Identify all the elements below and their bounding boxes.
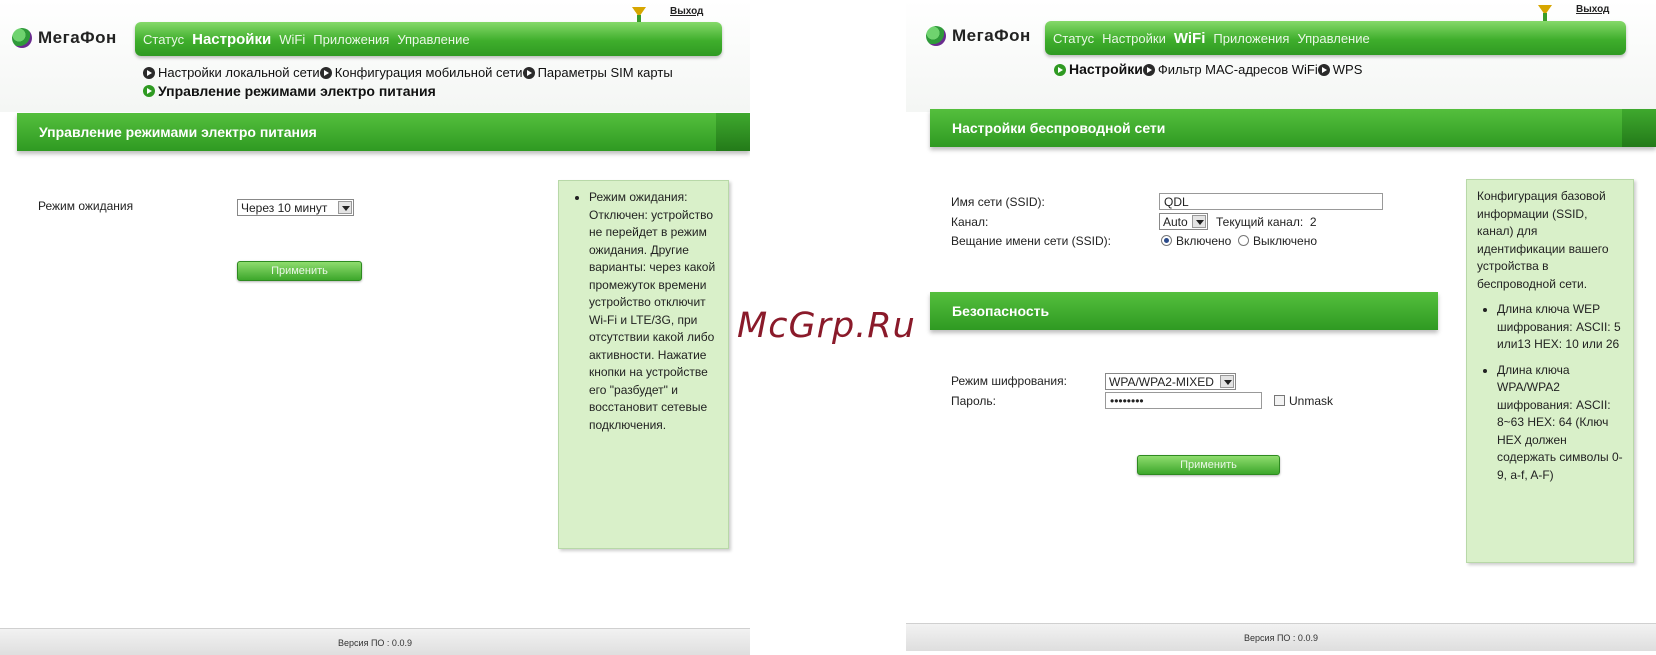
logo: МегаФон bbox=[926, 26, 1031, 46]
unmask-checkbox[interactable] bbox=[1274, 395, 1285, 406]
nav-management[interactable]: Управление bbox=[397, 32, 469, 47]
sublink-wifi-settings[interactable]: Настройки bbox=[1054, 61, 1143, 78]
logout-link[interactable]: Выход bbox=[1576, 4, 1609, 15]
left-screenshot: МегаФон Выход Статус Настройки WiFi Прил… bbox=[0, 0, 750, 655]
sublink-mac-filter[interactable]: Фильтр МАС-адресов WiFi bbox=[1142, 61, 1318, 78]
nav-status[interactable]: Статус bbox=[143, 32, 184, 47]
sub-nav: Настройки локальной сети Конфигурация моб… bbox=[143, 64, 743, 101]
section-endcap bbox=[1622, 109, 1656, 147]
current-channel: Текущий канал: 2 bbox=[1216, 215, 1317, 229]
logo: МегаФон bbox=[12, 28, 117, 48]
footer: Версия ПО : 0.0.9 bbox=[906, 623, 1656, 651]
arrow-icon bbox=[522, 66, 535, 79]
help-box: Режим ожидания: Отключен: устройство не … bbox=[558, 180, 729, 549]
sublink-sim[interactable]: Параметры SIM карты bbox=[522, 64, 673, 81]
apply-button[interactable]: Применить bbox=[237, 261, 362, 281]
apply-button[interactable]: Применить bbox=[1137, 455, 1280, 475]
broadcast-options: Включено Выключено bbox=[1161, 234, 1317, 248]
section-endcap bbox=[716, 113, 750, 151]
nav-apps[interactable]: Приложения bbox=[1213, 31, 1289, 46]
sublink-power[interactable]: Управление режимами электро питания bbox=[143, 83, 436, 100]
nav-settings[interactable]: Настройки bbox=[1102, 31, 1166, 46]
megafon-logo-icon bbox=[926, 26, 946, 46]
nav-wifi[interactable]: WiFi bbox=[1174, 30, 1206, 47]
ssid-input[interactable]: QDL bbox=[1159, 193, 1383, 210]
help-text: Режим ожидания: Отключен: устройство не … bbox=[589, 189, 718, 434]
main-nav: Статус Настройки WiFi Приложения Управле… bbox=[135, 22, 722, 56]
unmask-option: Unmask bbox=[1274, 394, 1333, 408]
megafon-logo-icon bbox=[12, 28, 32, 48]
arrow-icon bbox=[143, 66, 155, 79]
sub-nav: Настройки Фильтр МАС-адресов WiFi WPS bbox=[1054, 61, 1614, 80]
arrow-icon bbox=[1054, 63, 1066, 76]
help-item: Длина ключа WEP шифрования: ASCII: 5 или… bbox=[1497, 301, 1623, 354]
arrow-icon bbox=[143, 85, 155, 97]
arrow-icon bbox=[319, 66, 332, 79]
footer: Версия ПО : 0.0.9 bbox=[0, 628, 750, 655]
nav-apps[interactable]: Приложения bbox=[313, 32, 389, 47]
sublink-wps[interactable]: WPS bbox=[1317, 61, 1362, 78]
chevron-down-icon bbox=[1192, 215, 1206, 228]
standby-select[interactable]: Через 10 минут bbox=[237, 199, 354, 216]
watermark: McGrp.Ru bbox=[737, 306, 916, 346]
security-title: Безопасность bbox=[930, 292, 1438, 330]
encryption-label: Режим шифрования: bbox=[951, 374, 1067, 388]
channel-label: Канал: bbox=[951, 215, 989, 229]
broadcast-on-radio[interactable] bbox=[1161, 235, 1172, 246]
encryption-select[interactable]: WPA/WPA2-MIXED bbox=[1105, 373, 1236, 390]
sublink-lan[interactable]: Настройки локальной сети bbox=[143, 64, 320, 81]
arrow-icon bbox=[1317, 63, 1330, 76]
password-label: Пароль: bbox=[951, 394, 996, 408]
arrow-icon bbox=[1142, 63, 1155, 76]
broadcast-off-radio[interactable] bbox=[1238, 235, 1250, 246]
nav-status[interactable]: Статус bbox=[1053, 31, 1094, 46]
top-icons: Выход bbox=[1538, 4, 1609, 21]
top-icons: Выход bbox=[632, 6, 703, 23]
help-item: Длина ключа WPA/WPA2 шифрования: ASCII: … bbox=[1497, 362, 1623, 485]
chevron-down-icon bbox=[1220, 375, 1234, 388]
nav-wifi[interactable]: WiFi bbox=[279, 32, 305, 47]
channel-select[interactable]: Auto bbox=[1159, 213, 1208, 230]
filter-icon[interactable] bbox=[632, 6, 646, 23]
nav-management[interactable]: Управление bbox=[1297, 31, 1369, 46]
help-box: Конфигурация базовой информации (SSID, к… bbox=[1466, 179, 1634, 563]
help-intro: Конфигурация базовой информации (SSID, к… bbox=[1477, 189, 1609, 291]
sublink-mobile[interactable]: Конфигурация мобильной сети bbox=[319, 64, 523, 81]
right-screenshot: МегаФон Выход Статус Настройки WiFi Прил… bbox=[906, 0, 1656, 655]
broadcast-label: Вещание имени сети (SSID): bbox=[951, 234, 1111, 248]
chevron-down-icon bbox=[338, 201, 352, 214]
main-nav: Статус Настройки WiFi Приложения Управле… bbox=[1045, 21, 1626, 55]
password-input[interactable]: •••••••• bbox=[1105, 392, 1262, 409]
standby-label: Режим ожидания bbox=[38, 199, 134, 213]
filter-icon[interactable] bbox=[1538, 4, 1552, 21]
logout-link[interactable]: Выход bbox=[670, 6, 703, 17]
section-title: Настройки беспроводной сети bbox=[930, 109, 1656, 147]
section-title: Управление режимами электро питания bbox=[17, 113, 750, 151]
ssid-label: Имя сети (SSID): bbox=[951, 195, 1045, 209]
nav-settings[interactable]: Настройки bbox=[192, 31, 271, 48]
